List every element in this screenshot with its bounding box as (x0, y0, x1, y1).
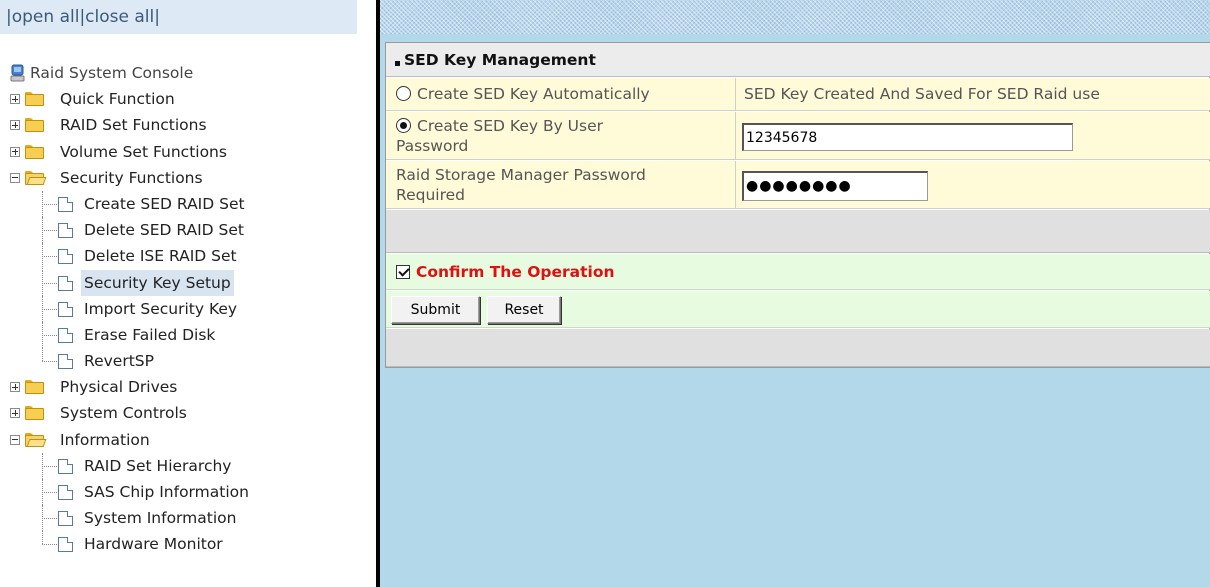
expand-icon[interactable] (10, 408, 20, 419)
tree-folder-label: Physical Drives (60, 378, 178, 397)
content-pane: SED Key Management Create SED Key Automa… (380, 0, 1210, 587)
document-icon (58, 196, 73, 212)
tree-folder-information[interactable]: Information (8, 427, 368, 453)
tree-folder-label: Security Functions (60, 168, 203, 187)
tree-folder-volume-set-functions[interactable]: Volume Set Functions (8, 139, 368, 165)
tree-item-erase-failed-disk[interactable]: Erase Failed Disk (8, 321, 368, 348)
document-icon (58, 511, 73, 527)
tree-folder-label: Information (60, 430, 150, 449)
tree-item-label: SAS Chip Information (84, 483, 249, 501)
tree-item-import-security-key[interactable]: Import Security Key (8, 295, 368, 322)
expand-icon[interactable] (10, 120, 20, 131)
radio-auto[interactable] (396, 86, 411, 101)
option-row-auto: Create SED Key Automatically SED Key Cre… (386, 78, 1210, 111)
expand-icon[interactable] (10, 382, 20, 393)
document-icon (58, 275, 73, 291)
panel-title: SED Key Management (404, 51, 596, 69)
expand-icon[interactable] (10, 146, 20, 157)
document-icon (58, 485, 73, 500)
navigation-pane: |open all|close all| Raid System Console… (0, 0, 376, 587)
folder-icon (25, 406, 44, 421)
document-icon (58, 327, 73, 343)
radio-option-user[interactable]: Create SED Key By User (396, 116, 735, 136)
confirm-checkbox[interactable] (396, 265, 410, 279)
submit-button[interactable]: Submit (391, 296, 480, 324)
tree-item-security-key-setup[interactable]: Security Key Setup (8, 269, 368, 296)
radio-option-auto[interactable]: Create SED Key Automatically (396, 78, 735, 111)
tree-item-delete-sed-raid-set[interactable]: Delete SED RAID Set (8, 217, 368, 244)
tree-item-system-information[interactable]: System Information (8, 505, 368, 532)
tree-item-delete-ise-raid-set[interactable]: Delete ISE RAID Set (8, 243, 368, 270)
document-icon (58, 249, 73, 265)
tree-folder-label: System Controls (60, 404, 187, 423)
footer-row (386, 329, 1210, 367)
navigation-tree: Raid System Console Quick Function RAID … (8, 60, 368, 558)
document-icon (58, 458, 73, 474)
radio-auto-label: Create SED Key Automatically (417, 85, 650, 103)
tree-item-label: Delete ISE RAID Set (84, 247, 237, 266)
open-folder-icon (25, 432, 47, 447)
tree-folder-label: RAID Set Functions (60, 116, 207, 135)
tree-folder-system-controls[interactable]: System Controls (8, 400, 368, 426)
manager-password-row: Raid Storage Manager Password Required ●… (386, 161, 1210, 209)
option-row-user-password: Create SED Key By User Password (386, 112, 1210, 160)
manager-password-label-1: Raid Storage Manager Password (396, 166, 646, 184)
console-icon (10, 64, 25, 82)
manager-password-label-2: Required (396, 186, 465, 204)
confirm-row: Confirm The Operation (386, 254, 1210, 290)
open-all-link[interactable]: open all (12, 7, 80, 27)
folder-icon (25, 118, 44, 133)
tree-item-raid-set-hierarchy[interactable]: RAID Set Hierarchy (8, 452, 368, 479)
tree-item-label: RAID Set Hierarchy (84, 456, 232, 475)
tree-item-label-selected: Security Key Setup (81, 269, 234, 296)
expand-icon[interactable] (10, 94, 20, 105)
tree-item-label: Erase Failed Disk (84, 325, 216, 344)
tree-folder-security-functions[interactable]: Security Functions (8, 165, 368, 191)
content-top-banner (380, 0, 1210, 34)
tree-folder-raid-set-functions[interactable]: RAID Set Functions (8, 112, 368, 138)
confirm-label: Confirm The Operation (416, 263, 615, 281)
open-folder-icon (25, 170, 47, 185)
tree-item-sas-chip-information[interactable]: SAS Chip Information (8, 479, 368, 505)
document-icon (58, 301, 73, 317)
tree-folder-label: Quick Function (60, 90, 175, 109)
bullet-icon (395, 61, 400, 66)
radio-user-password[interactable] (396, 118, 411, 133)
tree-item-hardware-monitor[interactable]: Hardware Monitor (8, 531, 368, 557)
tree-item-label: Create SED RAID Set (84, 194, 245, 213)
tree-root[interactable]: Raid System Console (8, 60, 368, 86)
separator: | (154, 7, 160, 27)
tree-item-label: RevertSP (84, 352, 154, 371)
collapse-icon[interactable] (10, 172, 20, 183)
tree-toolbar: |open all|close all| (0, 0, 357, 34)
tree-root-label: Raid System Console (30, 64, 194, 82)
radio-user-label-1: Create SED Key By User (417, 117, 604, 135)
user-password-input[interactable] (742, 123, 1073, 151)
tree-item-label: Import Security Key (84, 299, 238, 318)
auto-description: SED Key Created And Saved For SED Raid u… (744, 85, 1100, 103)
tree-item-label: Hardware Monitor (84, 535, 223, 554)
folder-icon (25, 380, 44, 395)
reset-button[interactable]: Reset (487, 296, 561, 324)
tree-folder-physical-drives[interactable]: Physical Drives (8, 374, 368, 400)
tree-folder-label: Volume Set Functions (60, 142, 227, 161)
folder-icon (25, 144, 44, 159)
spacer-row (386, 210, 1210, 253)
manager-password-input[interactable]: ●●●●●●●● (742, 171, 928, 201)
document-icon (58, 223, 73, 239)
document-icon (58, 354, 73, 370)
radio-user-label-2: Password (396, 137, 469, 155)
panel-header: SED Key Management (386, 43, 1210, 77)
button-row: Submit Reset (386, 291, 1210, 328)
tree-item-label: Delete SED RAID Set (84, 221, 244, 240)
folder-icon (25, 92, 44, 107)
tree-item-revertsp[interactable]: RevertSP (8, 348, 368, 374)
tree-item-create-sed-raid-set[interactable]: Create SED RAID Set (8, 190, 368, 217)
tree-folder-quick-function[interactable]: Quick Function (8, 86, 368, 112)
close-all-link[interactable]: close all (85, 7, 154, 27)
collapse-icon[interactable] (10, 434, 20, 445)
document-icon (58, 537, 73, 553)
tree-item-label: System Information (84, 509, 237, 528)
sed-key-management-panel: SED Key Management Create SED Key Automa… (385, 42, 1210, 368)
